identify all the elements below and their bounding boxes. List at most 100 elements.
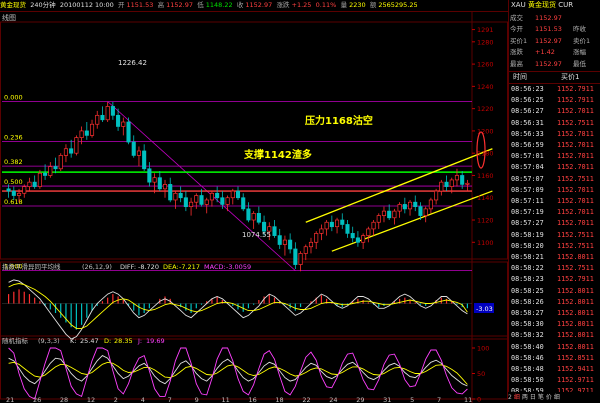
quote-field-label: 最高 — [510, 59, 523, 68]
trade-row[interactable]: 08:58:50 1152.9711 — [509, 375, 600, 386]
candle-body — [251, 212, 256, 221]
kdj-j-line — [8, 347, 468, 400]
pane-border — [0, 335, 508, 400]
trade-row[interactable]: 08:58:21 1152.8011 — [509, 252, 600, 263]
amount-label: 额 — [369, 1, 377, 9]
trade-price: 1152.8011 — [557, 253, 594, 261]
trade-row[interactable]: 08:58:32 1152.8011 — [509, 330, 600, 341]
candle-body — [147, 168, 152, 183]
trade-row[interactable]: 08:58:30 1152.8011 — [509, 319, 600, 330]
trade-time: 08:56:59 — [511, 141, 544, 149]
macd-indicator — [2, 279, 472, 340]
bottom-tab[interactable]: 日 — [530, 394, 536, 401]
trade-row[interactable]: 08:58:26 1152.8011 — [509, 297, 600, 308]
y-tick-label: 1100 — [477, 239, 494, 247]
candle-body — [225, 197, 230, 205]
trade-time: 08:56:33 — [511, 129, 544, 138]
candle-body — [454, 175, 460, 181]
candle-body — [16, 192, 22, 196]
trade-row[interactable]: 08:58:48 1152.9411 — [509, 364, 600, 375]
trade-row[interactable]: 08:58:40 1152.8011 — [509, 342, 600, 353]
trade-price: 1152.8011 — [557, 297, 594, 306]
y-tick-label: 1160 — [477, 172, 494, 180]
trade-row[interactable]: 08:58:23 1152.7911 — [509, 274, 600, 285]
macd-pane-label: 指数平滑异同平均线 — [2, 262, 61, 271]
trade-row[interactable]: 08:57:19 1152.7011 — [509, 207, 600, 218]
candlestick-series[interactable] — [6, 101, 470, 272]
change-percent: 0.11% — [315, 1, 337, 9]
trade-time: 08:58:26 — [511, 297, 544, 306]
trade-time: 08:57:27 — [511, 219, 544, 228]
trade-row[interactable]: 08:57:27 1152.7011 — [509, 218, 600, 229]
candle-body — [11, 190, 16, 196]
candle-body — [246, 208, 251, 221]
candle-body — [288, 239, 293, 250]
quote-field-label-2: 昨收 — [573, 25, 586, 34]
bottom-tab[interactable]: 笔 — [538, 394, 544, 401]
trade-row[interactable]: 08:56:59 1152.7011 — [509, 140, 600, 151]
trade-row[interactable]: 08:57:11 1152.7011 — [509, 196, 600, 207]
kdj-tick-label: 0 — [477, 396, 481, 403]
x-tick-label: 18 — [275, 396, 283, 403]
period-label[interactable]: 240分钟 — [30, 0, 55, 11]
trade-row[interactable]: 08:56:31 1152.7511 — [509, 118, 600, 129]
x-tick-label: 2 — [114, 396, 118, 403]
trade-row[interactable]: 08:57:04 1152.7011 — [509, 162, 600, 173]
candle-body — [89, 123, 95, 136]
trade-row[interactable]: 08:57:01 1152.7011 — [509, 151, 600, 162]
bottom-tab[interactable]: 价 — [546, 394, 552, 401]
quote-side-panel: XAU 黄金现货 CUR 成交 1152.97 今开 1151.53 昨收 买价1 1152… — [508, 0, 600, 403]
bottom-tab[interactable]: 细 — [514, 394, 520, 401]
trade-row[interactable]: 08:57:09 1152.7011 — [509, 185, 600, 196]
candle-body — [376, 215, 381, 223]
macd-dea-line — [8, 283, 468, 329]
candle-body — [53, 166, 58, 170]
candle-body — [434, 190, 439, 201]
candle-body — [387, 210, 392, 219]
bar-datetime: 20100112 10:00 — [59, 1, 114, 9]
trade-row[interactable]: 08:58:46 1152.8511 — [509, 353, 600, 364]
price-chart-area[interactable]: 0.0000.2360.3820.5000.6181.000 100500 12… — [0, 11, 508, 403]
candle-body — [131, 141, 136, 156]
bottom-tab[interactable]: 细 — [554, 394, 560, 401]
trade-price: 1152.8511 — [557, 353, 594, 362]
trade-price: 1152.7911 — [557, 96, 594, 105]
trade-row[interactable]: 08:56:23 1152.7911 — [509, 84, 600, 95]
macd-macd-value: -3.0059 — [226, 263, 251, 271]
volume-label: 量 — [340, 1, 348, 9]
bottom-tab[interactable]: 两 — [522, 394, 528, 401]
trade-time: 08:57:19 — [511, 208, 544, 217]
candle-body — [350, 233, 355, 239]
trade-price: 1152.7011 — [557, 141, 594, 149]
kdj-params: (9,3,3) — [38, 337, 60, 345]
trade-row[interactable]: 08:58:20 1152.7511 — [509, 241, 600, 252]
trade-row[interactable]: 08:58:25 1152.8011 — [509, 286, 600, 297]
x-tick-label: 4 — [141, 396, 145, 403]
trade-time: 08:58:27 — [511, 309, 544, 317]
trade-time: 08:57:07 — [511, 174, 544, 183]
trade-row[interactable]: 08:56:25 1152.7911 — [509, 95, 600, 106]
bottom-tab[interactable]: 2 — [508, 394, 512, 401]
trade-row[interactable]: 08:57:07 1152.7511 — [509, 174, 600, 185]
trade-row[interactable]: 08:58:19 1152.7511 — [509, 230, 600, 241]
trade-row[interactable]: 08:58:27 1152.8011 — [509, 308, 600, 319]
open-label: 开 — [118, 1, 125, 9]
change-value: +1.25 — [291, 1, 312, 9]
candle-body — [439, 181, 444, 192]
trade-row[interactable]: 08:58:22 1152.7511 — [509, 263, 600, 274]
side-bottom-tabs: 2细两日笔价细 — [508, 392, 600, 403]
kdj-d-value: 28.35 — [114, 337, 133, 345]
candle-body — [183, 197, 188, 208]
trade-row[interactable]: 08:56:33 1152.7811 — [509, 129, 600, 140]
y-tick-label: 1260 — [477, 61, 494, 69]
amount-value: 2565295.25 — [378, 1, 418, 9]
candle-body — [162, 184, 168, 190]
candle-body — [355, 237, 360, 243]
side-symbol: XAU — [511, 1, 526, 9]
candle-body — [444, 181, 449, 187]
trade-time: 08:57:04 — [511, 163, 544, 172]
candle-body — [37, 172, 42, 187]
trade-row[interactable]: 08:56:27 1152.7011 — [509, 106, 600, 117]
quote-summary-row: 今开 1151.53 昨收 — [509, 24, 600, 35]
fib-level-label: 0.236 — [4, 133, 23, 141]
